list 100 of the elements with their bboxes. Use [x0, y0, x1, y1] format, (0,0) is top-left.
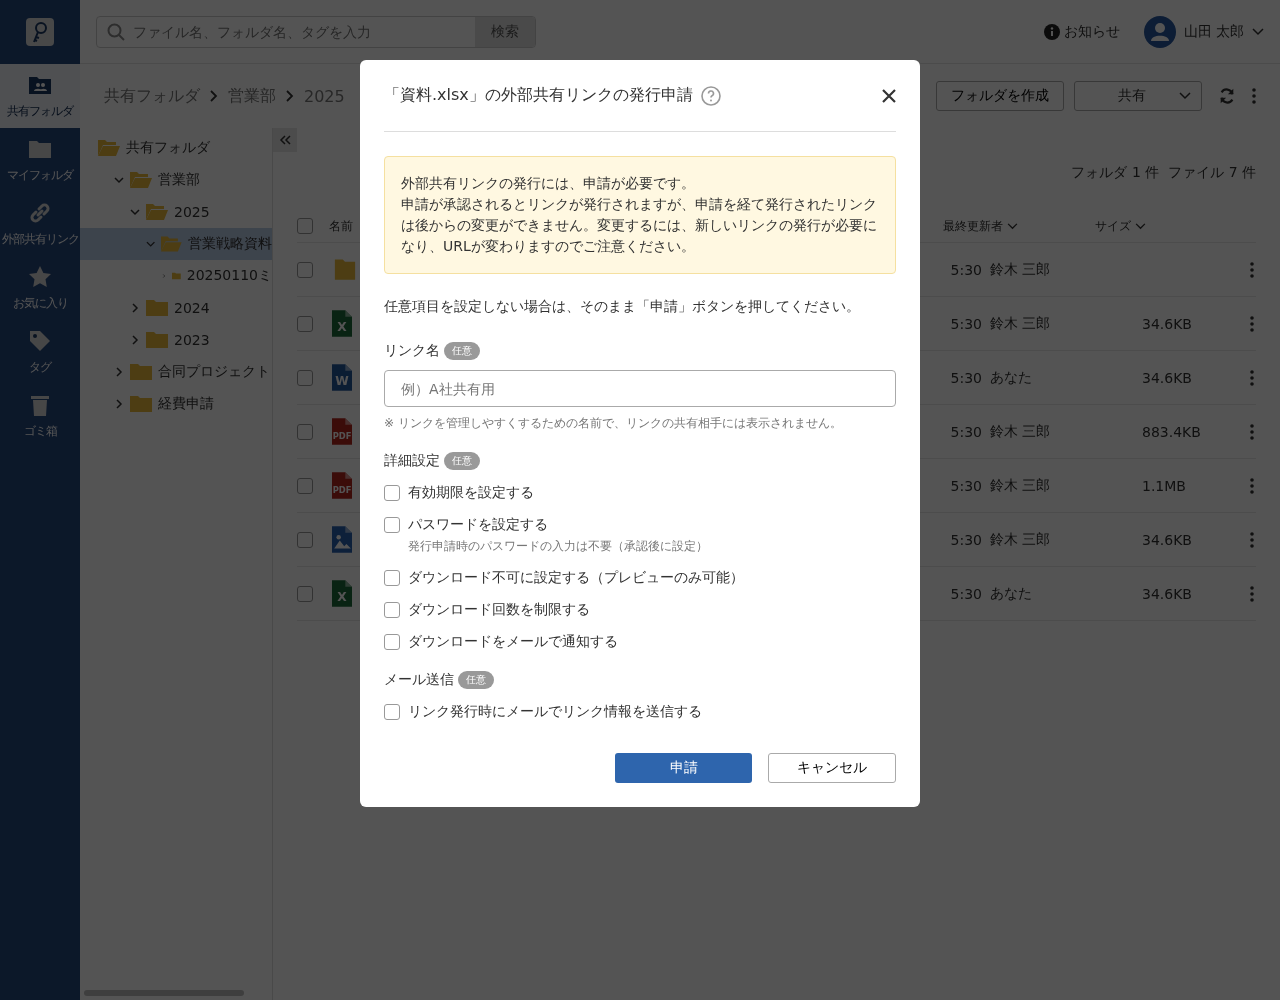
- pdf-file-icon: PDF: [332, 418, 352, 445]
- open-folder-icon: [130, 171, 152, 189]
- optional-badge: 任意: [444, 452, 480, 470]
- help-icon[interactable]: [700, 85, 721, 106]
- more-options-icon[interactable]: [1250, 531, 1254, 548]
- size-cell-text: 34.6KB: [1142, 369, 1193, 386]
- option-checkbox[interactable]: [384, 634, 400, 650]
- row-checkbox[interactable]: [297, 585, 313, 602]
- modified-time-cell-text: 5:30: [949, 261, 983, 278]
- option-checkbox[interactable]: [384, 570, 400, 586]
- more-options-icon[interactable]: [1250, 315, 1254, 332]
- user-menu[interactable]: 山田 太郎: [1143, 15, 1264, 48]
- star-icon: [28, 264, 52, 289]
- section-label: 詳細設定: [384, 452, 440, 470]
- tree-item[interactable]: 2025: [80, 196, 272, 228]
- updater-cell-text: あなた: [990, 584, 1033, 603]
- spreadsheet-file-icon: X: [332, 310, 352, 337]
- chevron-down-icon: [1006, 222, 1018, 230]
- option-checkbox[interactable]: [384, 485, 400, 501]
- column-header[interactable]: サイズ: [1095, 217, 1195, 235]
- chevron-down-icon: [114, 175, 124, 185]
- optional-badge: 任意: [458, 671, 494, 689]
- row-checkbox[interactable]: [297, 315, 313, 332]
- option-label[interactable]: ダウンロードをメールで通知する: [408, 633, 618, 651]
- tree-item[interactable]: 2024: [80, 292, 272, 324]
- notice-link[interactable]: お知らせ: [1043, 22, 1120, 41]
- size-cell-text: 34.6KB: [1142, 585, 1193, 602]
- more-options-icon[interactable]: [1250, 477, 1254, 494]
- more-options-icon[interactable]: [1250, 423, 1254, 440]
- nav-item[interactable]: ゴミ箱: [0, 384, 80, 448]
- chevron-down-icon: [146, 239, 156, 249]
- column-header[interactable]: 最終更新者: [943, 217, 1095, 235]
- chevron-right-icon: [114, 367, 124, 377]
- chevron-down-icon: [130, 207, 140, 217]
- notice-text: 申請が承認されるとリンクが発行されますが、申請を経て発行されたリンクは後からの変更ができません。変更するには、新しいリンクの発行が必要になり、URLが変わりますのでご注意ください。: [401, 195, 878, 256]
- option-checkbox[interactable]: [384, 602, 400, 618]
- row-checkbox[interactable]: [297, 423, 313, 440]
- link-name-field[interactable]: 例）A社共有用: [384, 370, 896, 407]
- size-cell-text: 1.1MB: [1142, 477, 1187, 494]
- modified-time-cell-text: 5:30: [949, 531, 983, 548]
- section-label: メール送信: [384, 671, 454, 689]
- cancel-button[interactable]: キャンセル: [768, 753, 896, 783]
- option-checkbox[interactable]: [384, 517, 400, 533]
- modified-time-cell-text: 5:30: [949, 585, 983, 602]
- submit-button[interactable]: 申請: [615, 753, 752, 783]
- folder-icon: [332, 256, 358, 283]
- folder-icon: [146, 299, 168, 317]
- document-file-icon: W: [332, 364, 352, 391]
- chevron-right-icon: [130, 335, 140, 345]
- chevron-down-icon: [1134, 222, 1146, 230]
- link-icon: [28, 200, 52, 225]
- size-cell-text: 883.4KB: [1142, 423, 1202, 440]
- modified-time-cell-text: 5:30: [949, 315, 983, 332]
- spreadsheet-file-icon: X: [332, 580, 352, 607]
- share-select[interactable]: 共有: [1074, 81, 1202, 111]
- tree-item[interactable]: 営業部: [80, 164, 272, 196]
- collapse-panel-button[interactable]: [273, 128, 297, 152]
- tree-item[interactable]: 20250110ミ: [80, 260, 272, 292]
- key-logo-icon: [26, 18, 54, 46]
- option-checkbox[interactable]: [384, 704, 400, 720]
- chevron-down-icon: [1252, 27, 1264, 36]
- more-options-icon[interactable]: [1252, 88, 1256, 104]
- select-all-checkbox[interactable]: [297, 218, 313, 234]
- tree-item[interactable]: 合同プロジェクト: [80, 356, 272, 388]
- close-icon[interactable]: [882, 88, 896, 103]
- more-options-icon[interactable]: [1250, 585, 1254, 602]
- option-label[interactable]: リンク発行時にメールでリンク情報を送信する: [408, 703, 702, 721]
- row-checkbox[interactable]: [297, 261, 313, 278]
- more-options-icon[interactable]: [1250, 261, 1254, 278]
- folder-icon: [130, 395, 152, 413]
- image-file-icon: [332, 526, 352, 553]
- chevron-right-icon: [114, 399, 124, 409]
- chevron-right-icon: [130, 303, 140, 313]
- create-folder-button[interactable]: フォルダを作成: [936, 81, 1064, 111]
- nav-item[interactable]: お気に入り: [0, 256, 80, 320]
- chevron-right-icon: [210, 90, 218, 102]
- tree-item[interactable]: 経費申請: [80, 388, 272, 420]
- tree-item[interactable]: 2023: [80, 324, 272, 356]
- double-chevron-left-icon: [279, 135, 291, 145]
- option-label[interactable]: 有効期限を設定する: [408, 484, 534, 502]
- open-folder-icon: [161, 235, 182, 253]
- open-folder-icon: [98, 139, 120, 157]
- modified-time-cell-text: 5:30: [949, 423, 983, 440]
- instruction-text: 任意項目を設定しない場合は、そのまま「申請」ボタンを押してください。: [384, 298, 861, 316]
- row-checkbox[interactable]: [297, 477, 313, 494]
- folder-icon: [146, 331, 168, 349]
- more-options-icon[interactable]: [1250, 369, 1254, 386]
- option-label[interactable]: パスワードを設定する: [408, 516, 708, 534]
- size-cell-text: 34.6KB: [1142, 315, 1193, 332]
- row-checkbox[interactable]: [297, 531, 313, 548]
- option-label[interactable]: ダウンロード回数を制限する: [408, 601, 590, 619]
- folder-icon: [130, 363, 152, 381]
- field-hint: ※ リンクを管理しやすくするための名前で、リンクの共有相手には表示されません。: [384, 415, 843, 432]
- row-checkbox[interactable]: [297, 369, 313, 386]
- chevron-down-icon: [1179, 92, 1191, 100]
- modified-time-cell-text: 5:30: [949, 369, 983, 386]
- size-cell-text: 34.6KB: [1142, 531, 1193, 548]
- open-folder-icon: [146, 203, 168, 221]
- refresh-icon[interactable]: [1218, 87, 1236, 105]
- option-label[interactable]: ダウンロード不可に設定する（プレビューのみ可能）: [408, 569, 744, 587]
